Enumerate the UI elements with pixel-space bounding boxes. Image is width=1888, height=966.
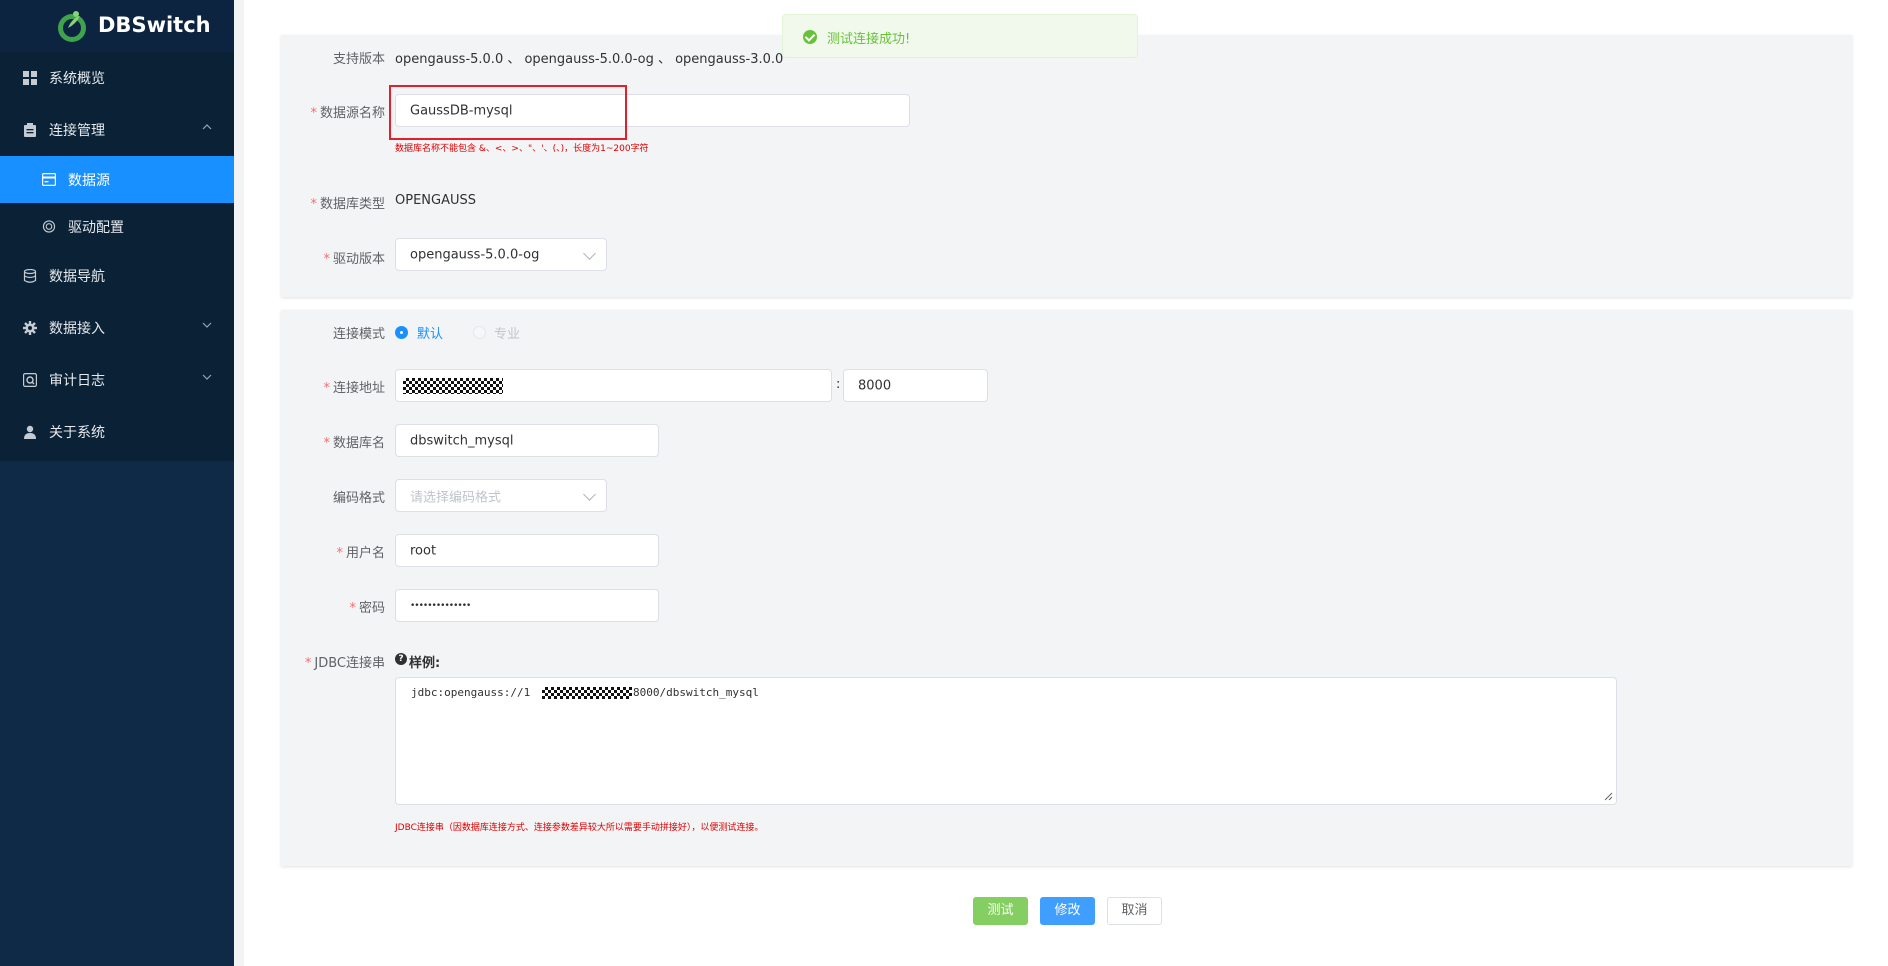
jdbc-example-label[interactable]: 样例:: [409, 652, 440, 671]
grid-icon: [23, 71, 37, 85]
required-mark: *: [323, 436, 330, 451]
logo: DBSwitch: [0, 0, 234, 52]
password-masked-value: ••••••••••••••: [410, 600, 471, 611]
content-divider: [234, 0, 244, 966]
sidebar-item-label: 系统概览: [49, 71, 105, 87]
datasource-name-label: * 数据源名称: [245, 102, 385, 121]
mode-default-label[interactable]: 默认: [417, 323, 443, 342]
sidebar-item-audit-log[interactable]: 审计日志: [0, 354, 234, 406]
lifebuoy-icon: [42, 220, 56, 233]
chevron-down-icon: [583, 246, 596, 260]
sidebar-menu: 系统概览 连接管理 数据源 驱动配置 数据导航 数据接入 审计日志 关于系统: [0, 52, 234, 461]
sidebar-item-about[interactable]: 关于系统: [0, 406, 234, 458]
password-input[interactable]: ••••••••••••••: [395, 589, 659, 622]
port-separator: :: [836, 377, 841, 392]
sidebar-item-overview[interactable]: 系统概览: [0, 52, 234, 104]
redacted-host-value: [403, 378, 503, 394]
sidebar-item-label: 关于系统: [49, 425, 105, 441]
db-name-input[interactable]: dbswitch_mysql: [395, 424, 659, 457]
supported-versions-label: 支持版本: [332, 52, 385, 67]
driver-version-value: opengauss-5.0.0-og: [410, 247, 540, 262]
sidebar-item-label: 数据接入: [49, 321, 105, 337]
driver-version-label-text: 驱动版本: [332, 252, 385, 267]
username-value: root: [410, 543, 437, 558]
sidebar-item-label: 审计日志: [49, 373, 105, 389]
required-mark: *: [349, 601, 356, 616]
highlight-annotation-box: [389, 85, 627, 140]
jdbc-label-text: JDBC连接串: [314, 656, 385, 671]
dbswitch-logo-icon: [58, 11, 86, 42]
encoding-placeholder: 请选择编码格式: [410, 490, 502, 505]
log-icon: [23, 373, 37, 387]
mode-pro-label[interactable]: 专业: [494, 323, 520, 342]
datasource-name-label-text: 数据源名称: [319, 106, 385, 121]
required-mark: *: [304, 656, 312, 671]
encoding-label: 编码格式: [332, 491, 385, 506]
db-name-label-text: 数据库名: [332, 436, 385, 451]
required-mark: *: [336, 546, 343, 561]
resize-handle-icon[interactable]: [1604, 792, 1613, 801]
address-label: * 连接地址: [245, 377, 385, 396]
chevron-down-icon: [202, 322, 212, 328]
supported-versions-value: opengauss-5.0.0 、 opengauss-5.0.0-og 、 o…: [395, 52, 784, 67]
sidebar-item-label: 数据源: [68, 173, 110, 189]
jdbc-textarea[interactable]: jdbc:opengauss://1 8000/dbswitch_mysql: [395, 677, 1617, 805]
db-name-label: * 数据库名: [245, 432, 385, 451]
sidebar-item-datasource[interactable]: 数据源: [0, 156, 234, 203]
toast-message: 测试连接成功!: [827, 32, 911, 47]
db-type-value: OPENGAUSS: [395, 193, 476, 208]
chevron-up-icon: [202, 124, 212, 130]
app-name: DBSwitch: [98, 13, 211, 37]
redacted-jdbc-host: [542, 687, 632, 699]
required-mark: *: [310, 106, 317, 121]
jdbc-hint: JDBC连接串（因数据库连接方式、连接参数差异较大所以需要手动拼接好），以便测试…: [395, 823, 764, 833]
sidebar-item-data-ingest[interactable]: 数据接入: [0, 302, 234, 354]
cancel-button[interactable]: 取消: [1107, 897, 1162, 925]
password-label-text: 密码: [358, 601, 385, 616]
jdbc-label: * JDBC连接串: [245, 652, 385, 671]
password-label: * 密码: [245, 597, 385, 616]
port-input[interactable]: 8000: [843, 369, 988, 402]
user-icon: [24, 425, 36, 439]
username-input[interactable]: root: [395, 534, 659, 567]
username-label-text: 用户名: [345, 546, 385, 561]
success-toast: 测试连接成功!: [782, 14, 1138, 58]
clipboard-icon: [24, 123, 36, 137]
chevron-down-icon: [202, 374, 212, 380]
chevron-down-icon: [583, 487, 596, 501]
card-icon: [42, 173, 56, 186]
sidebar-item-driver-config[interactable]: 驱动配置: [0, 203, 234, 250]
sidebar-item-label: 驱动配置: [68, 220, 124, 236]
address-label-text: 连接地址: [332, 381, 385, 396]
db-name-value: dbswitch_mysql: [410, 433, 514, 448]
required-mark: *: [310, 197, 317, 212]
sidebar-item-connection-mgmt[interactable]: 连接管理: [0, 104, 234, 156]
sidebar-item-label: 数据导航: [49, 269, 105, 285]
edit-button[interactable]: 修改: [1040, 897, 1095, 925]
question-icon[interactable]: ?: [395, 653, 407, 665]
port-value: 8000: [858, 378, 892, 393]
sidebar: DBSwitch 系统概览 连接管理 数据源 驱动配置 数据导航 数据接入 审计…: [0, 0, 234, 966]
mode-pro-radio[interactable]: [473, 326, 486, 339]
encoding-select[interactable]: 请选择编码格式: [395, 479, 607, 512]
check-circle-icon: [803, 30, 817, 44]
connection-mode-label: 连接模式: [332, 327, 385, 342]
sidebar-item-data-navigation[interactable]: 数据导航: [0, 250, 234, 302]
mode-default-radio[interactable]: [395, 326, 408, 339]
driver-version-label: * 驱动版本: [245, 248, 385, 267]
sidebar-item-label: 连接管理: [49, 123, 105, 139]
jdbc-url-suffix: 8000/dbswitch_mysql: [633, 686, 759, 699]
jdbc-url-prefix: jdbc:opengauss://1: [411, 686, 531, 699]
required-mark: *: [323, 381, 330, 396]
required-mark: *: [323, 252, 330, 267]
database-icon: [23, 269, 37, 283]
username-label: * 用户名: [245, 542, 385, 561]
host-input[interactable]: [395, 369, 832, 402]
db-type-label-text: 数据库类型: [319, 197, 385, 212]
test-button[interactable]: 测试: [973, 897, 1028, 925]
gear-icon: [23, 321, 37, 335]
datasource-name-hint: 数据库名称不能包含 &、<、>、"、'、(、)，长度为1~200字符: [395, 144, 649, 154]
driver-version-select[interactable]: opengauss-5.0.0-og: [395, 238, 607, 271]
db-type-label: * 数据库类型: [245, 193, 385, 212]
